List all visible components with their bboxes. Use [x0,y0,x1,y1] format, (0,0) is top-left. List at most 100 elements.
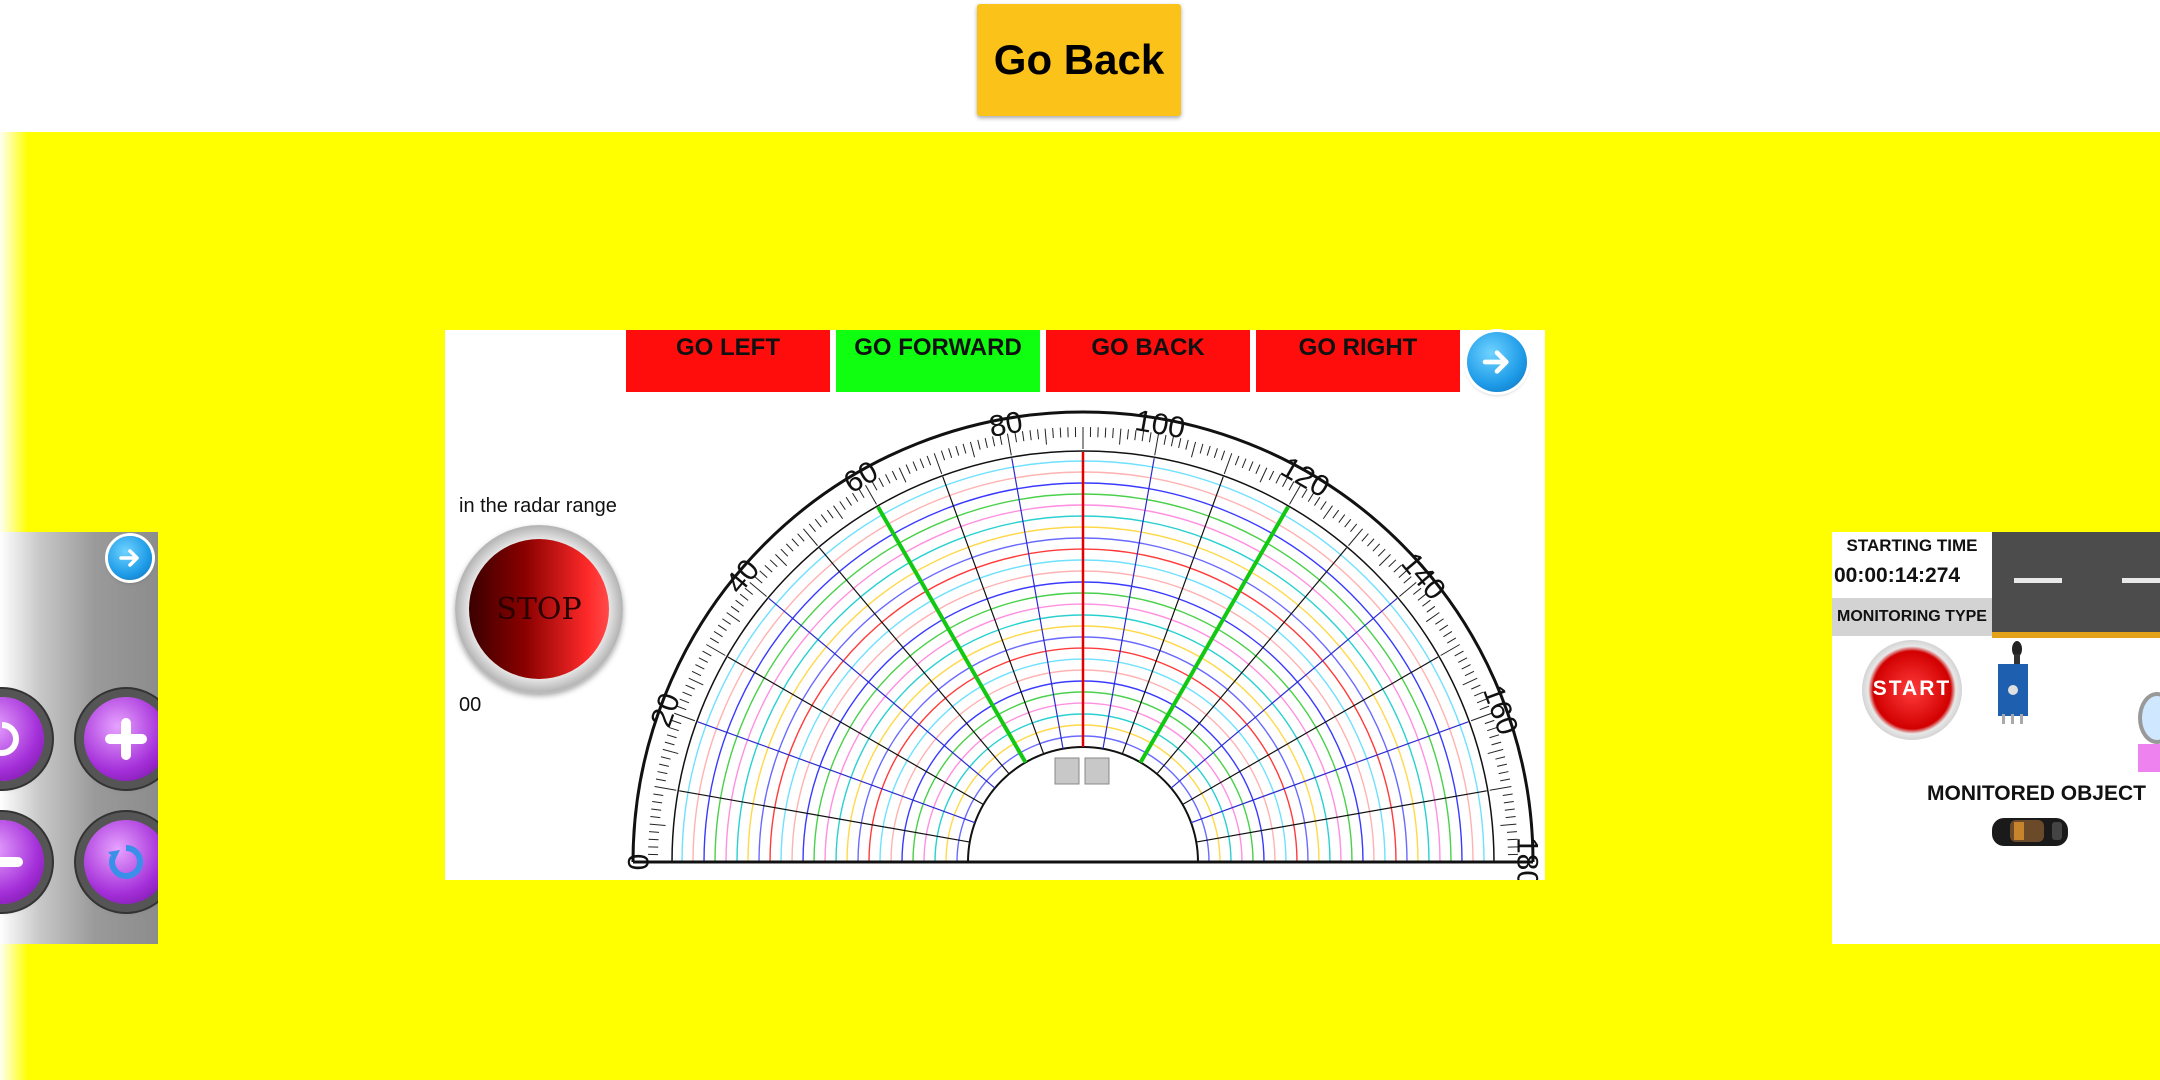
right-monitor-panel: STARTING TIME 00:00:14:274 MONITORING TY… [1832,532,2160,944]
go-left-button[interactable]: GO LEFT [626,330,830,392]
radar-tick [775,554,788,567]
radar-tick [769,559,778,568]
stop-button-label: STOP [469,539,609,679]
radar-tick [654,785,677,791]
go-forward-button[interactable]: GO FORWARD [836,330,1040,392]
radar-angle-label: 180 [1511,837,1544,880]
radar-tick [1206,445,1211,456]
radar-tick [1322,505,1333,520]
radar-tick [1454,650,1464,657]
starting-time-value: 00:00:14:274 [1834,564,1961,587]
radar-angle-label: 40 [720,553,767,600]
radar-tick [722,618,731,625]
radar-tick [685,684,695,690]
radar-tick [1461,664,1471,670]
radar-tick [1344,518,1352,528]
radar-tick [1487,748,1504,755]
radar-tick [1505,816,1516,819]
start-button-label: START [1872,677,1952,700]
radar-tick [912,461,918,471]
radar-tick [1471,684,1481,690]
radar-tick [797,533,805,542]
radar-angle-line [876,505,1028,764]
radar-tick [1320,501,1327,510]
ir-sensor-icon [1998,641,2028,724]
left-control-panel [0,532,158,944]
go-right-button[interactable]: GO RIGHT [1256,330,1460,392]
radar-tick [1213,448,1218,458]
radar-tick [660,756,671,760]
radar-tick [919,458,925,469]
radar-tick [926,455,932,466]
radar-angle-label: 160 [1476,681,1524,739]
next-arrow-icon[interactable] [108,536,152,580]
plus-icon[interactable] [84,697,158,781]
radar-tick [682,691,692,697]
radar-tick [655,778,666,782]
radar-angle-line [1196,790,1487,843]
radar-tick [1052,428,1054,439]
radar-tick [648,838,659,841]
radar-tick [702,650,712,657]
radar-tick [1372,543,1381,552]
main-area: GO LEFT GO FORWARD GO BACK GO RIGHT in t… [0,132,2160,1080]
radar-tick [1119,428,1122,445]
partial-round-icon [2138,692,2160,744]
radar-tick [1037,429,1040,440]
radar-tick [649,823,666,826]
radar-tick [933,453,943,475]
radar-tick [898,467,907,483]
stop-button[interactable]: STOP [455,525,623,693]
radar-tick [780,548,789,557]
partial-pink-icon [2138,744,2160,772]
radar-tick [652,800,663,804]
next-arrow-icon[interactable] [1467,332,1527,392]
radar-tick [764,564,773,573]
radar-tick [1502,793,1513,797]
starting-time-label: STARTING TIME [1846,536,1978,555]
radar-tick [695,664,705,670]
radar-tick [955,445,960,456]
radar-tick [1443,631,1453,638]
radar-tick [1388,559,1397,568]
radar-tick [1223,453,1233,475]
top-bar: Go Back [0,0,2160,132]
rotate-icon[interactable] [84,820,158,904]
road-image [1992,532,2160,638]
radar-tick [664,741,675,746]
go-back-direction-button[interactable]: GO BACK [1046,330,1250,392]
radar-tick [1338,514,1346,523]
radar-tick [1435,618,1444,625]
go-back-button[interactable]: Go Back [977,4,1181,116]
radar-tick [1498,771,1509,775]
radar-tick [1361,533,1369,542]
radar-tick [666,734,677,739]
distance-value: 00 [459,694,482,716]
minus-icon[interactable] [0,820,44,904]
radar-tick [713,631,723,638]
radar-tick [730,605,740,613]
radar-tick [1500,778,1511,782]
radar-tick [1503,800,1514,804]
radar-tick [977,439,981,450]
radar-tick [651,808,662,811]
radar-range-arc [956,735,1210,863]
radar-angle-line [1011,458,1064,749]
radar-tick [1332,509,1340,519]
radar-tick [659,763,670,767]
radar-tick [1506,831,1517,833]
radar-tick [1464,670,1475,677]
radar-tick [1255,464,1261,474]
radar-angle-line [679,790,970,843]
radar-angle-line [1182,656,1439,806]
radar-angle-label: 0 [623,854,656,871]
monitored-object-label: MONITORED OBJECT [1927,782,2146,805]
radar-angle-label: 20 [645,689,687,732]
radar-tick [1029,430,1032,441]
radar-tick [726,612,741,623]
start-button[interactable]: START [1862,640,1962,740]
radar-tick [940,450,946,461]
radar-tick [650,816,661,819]
radar-tick [984,438,988,449]
zoom-out-icon[interactable] [0,697,44,781]
